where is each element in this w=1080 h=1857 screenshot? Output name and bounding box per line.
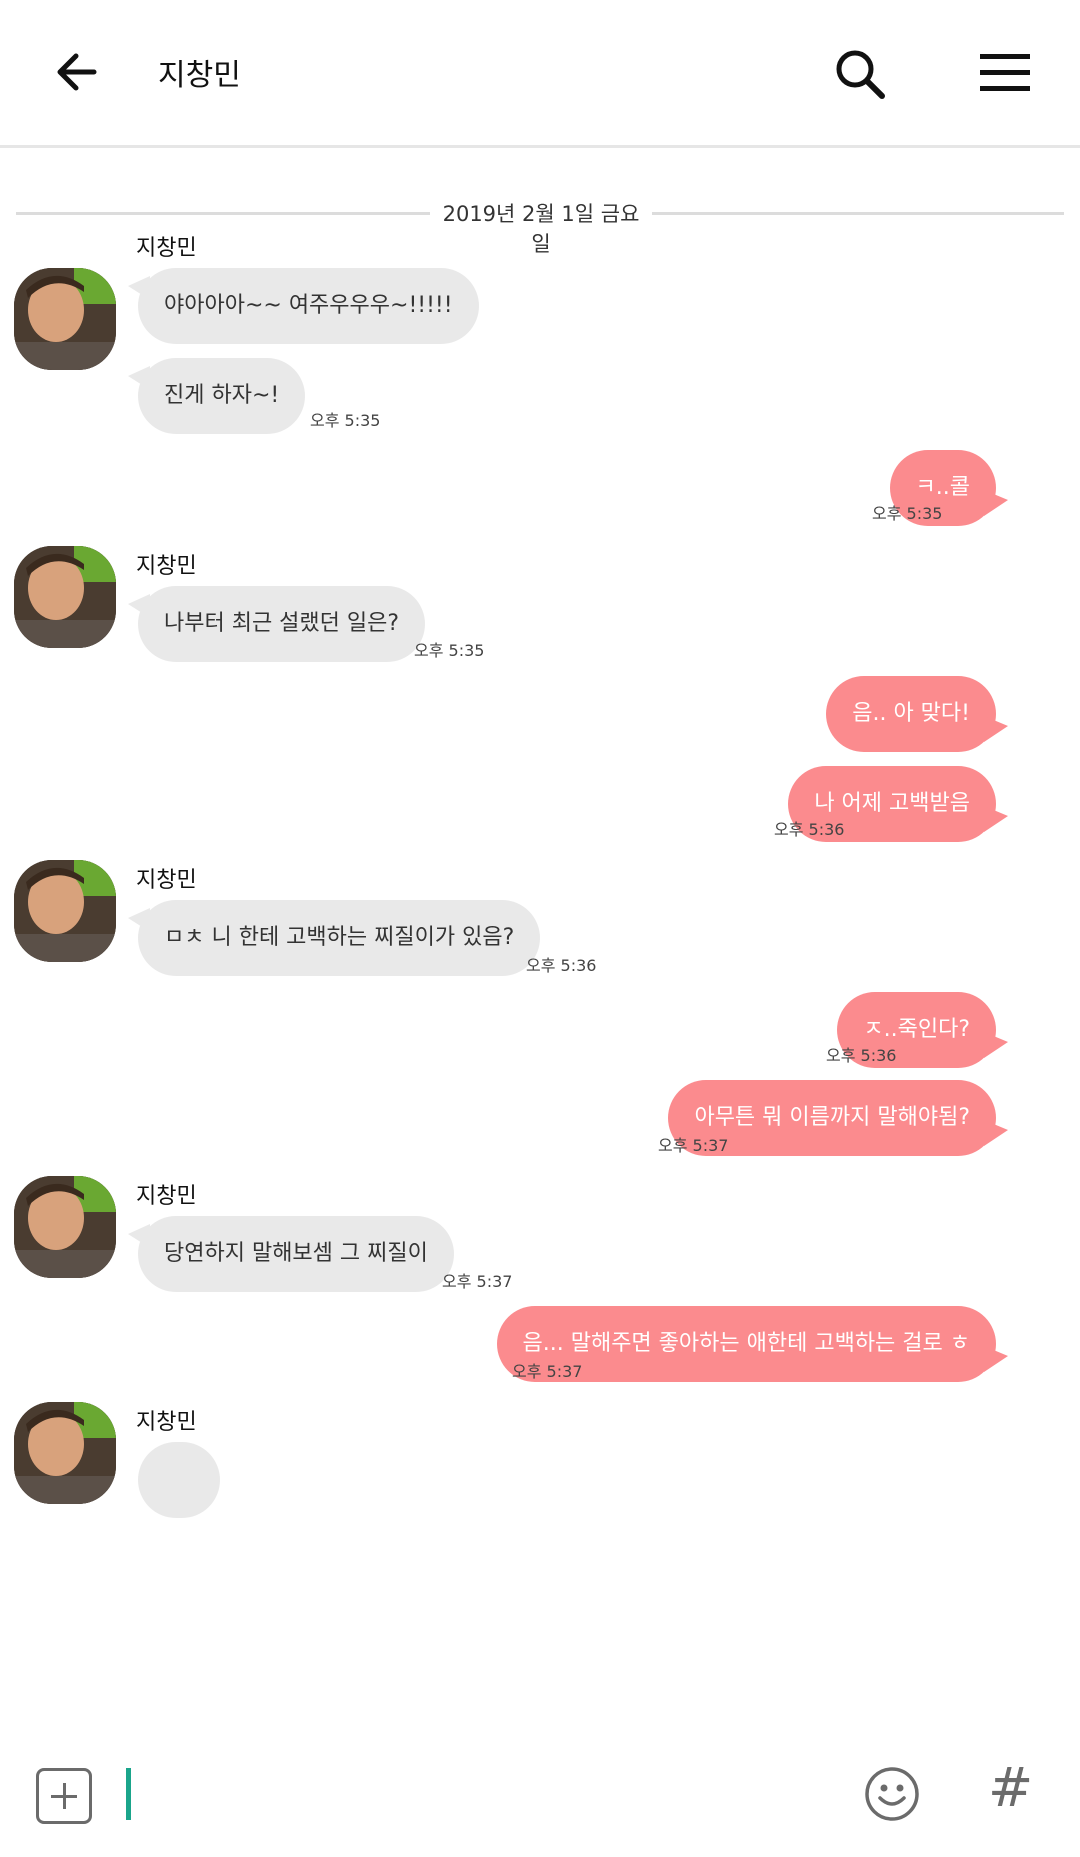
avatar[interactable] [14,1402,116,1504]
plus-box-icon[interactable] [36,1768,92,1824]
incoming-message[interactable] [138,1442,220,1518]
text-cursor [126,1768,131,1820]
hamburger-menu-icon[interactable] [980,52,1030,94]
message-time: 오후 5:37 [658,1136,729,1155]
message-time: 오후 5:35 [414,641,485,660]
smiley-icon[interactable] [864,1766,920,1822]
message-time: 오후 5:36 [774,820,845,839]
message-time: 오후 5:36 [826,1046,897,1065]
incoming-message[interactable]: 야아아아~~ 여주우우우~!!!!! [128,268,479,344]
back-arrow-icon[interactable] [50,46,102,98]
incoming-message[interactable]: 진게 하자~! [127,358,306,434]
incoming-message[interactable]: 나부터 최근 설랬던 일은? [127,586,426,662]
avatar-photo [14,860,116,962]
sender-name: 지창민 [136,554,197,579]
message-time: 오후 5:36 [526,956,597,975]
message-time: 오후 5:35 [310,411,381,430]
outgoing-message[interactable]: 음.. 아 맞다! [826,676,1008,752]
avatar-photo [14,268,116,370]
message-time: 오후 5:35 [872,504,943,523]
avatar[interactable] [14,860,116,962]
search-icon[interactable] [832,46,888,102]
sender-name: 지창민 [136,236,197,261]
sender-name: 지창민 [136,868,197,893]
avatar-photo [14,546,116,648]
avatar[interactable] [14,1176,116,1278]
sender-name: 지창민 [136,1184,197,1209]
avatar-photo [14,1176,116,1278]
avatar[interactable] [14,268,116,370]
incoming-message[interactable]: ㅁㅊ 니 한테 고백하는 찌질이가 있음? [127,900,541,976]
message-input-bar: # [0,1730,1080,1857]
hashtag-button[interactable]: # [988,1756,1033,1819]
avatar-photo [14,1402,116,1504]
message-time: 오후 5:37 [442,1272,513,1291]
incoming-message[interactable]: 당연하지 말해보셈 그 찌질이 [128,1216,454,1292]
avatar[interactable] [14,546,116,648]
message-input[interactable] [140,1760,840,1830]
sender-name: 지창민 [136,1410,197,1435]
chat-title: 지창민 [158,58,241,93]
message-time: 오후 5:37 [512,1362,583,1381]
message-list[interactable]: 지창민 야아아아~~ 여주우우우~!!!!! 진게 하자~! 오후 5:35 ㅋ… [0,150,1080,1730]
chat-header: 지창민 [0,0,1080,148]
